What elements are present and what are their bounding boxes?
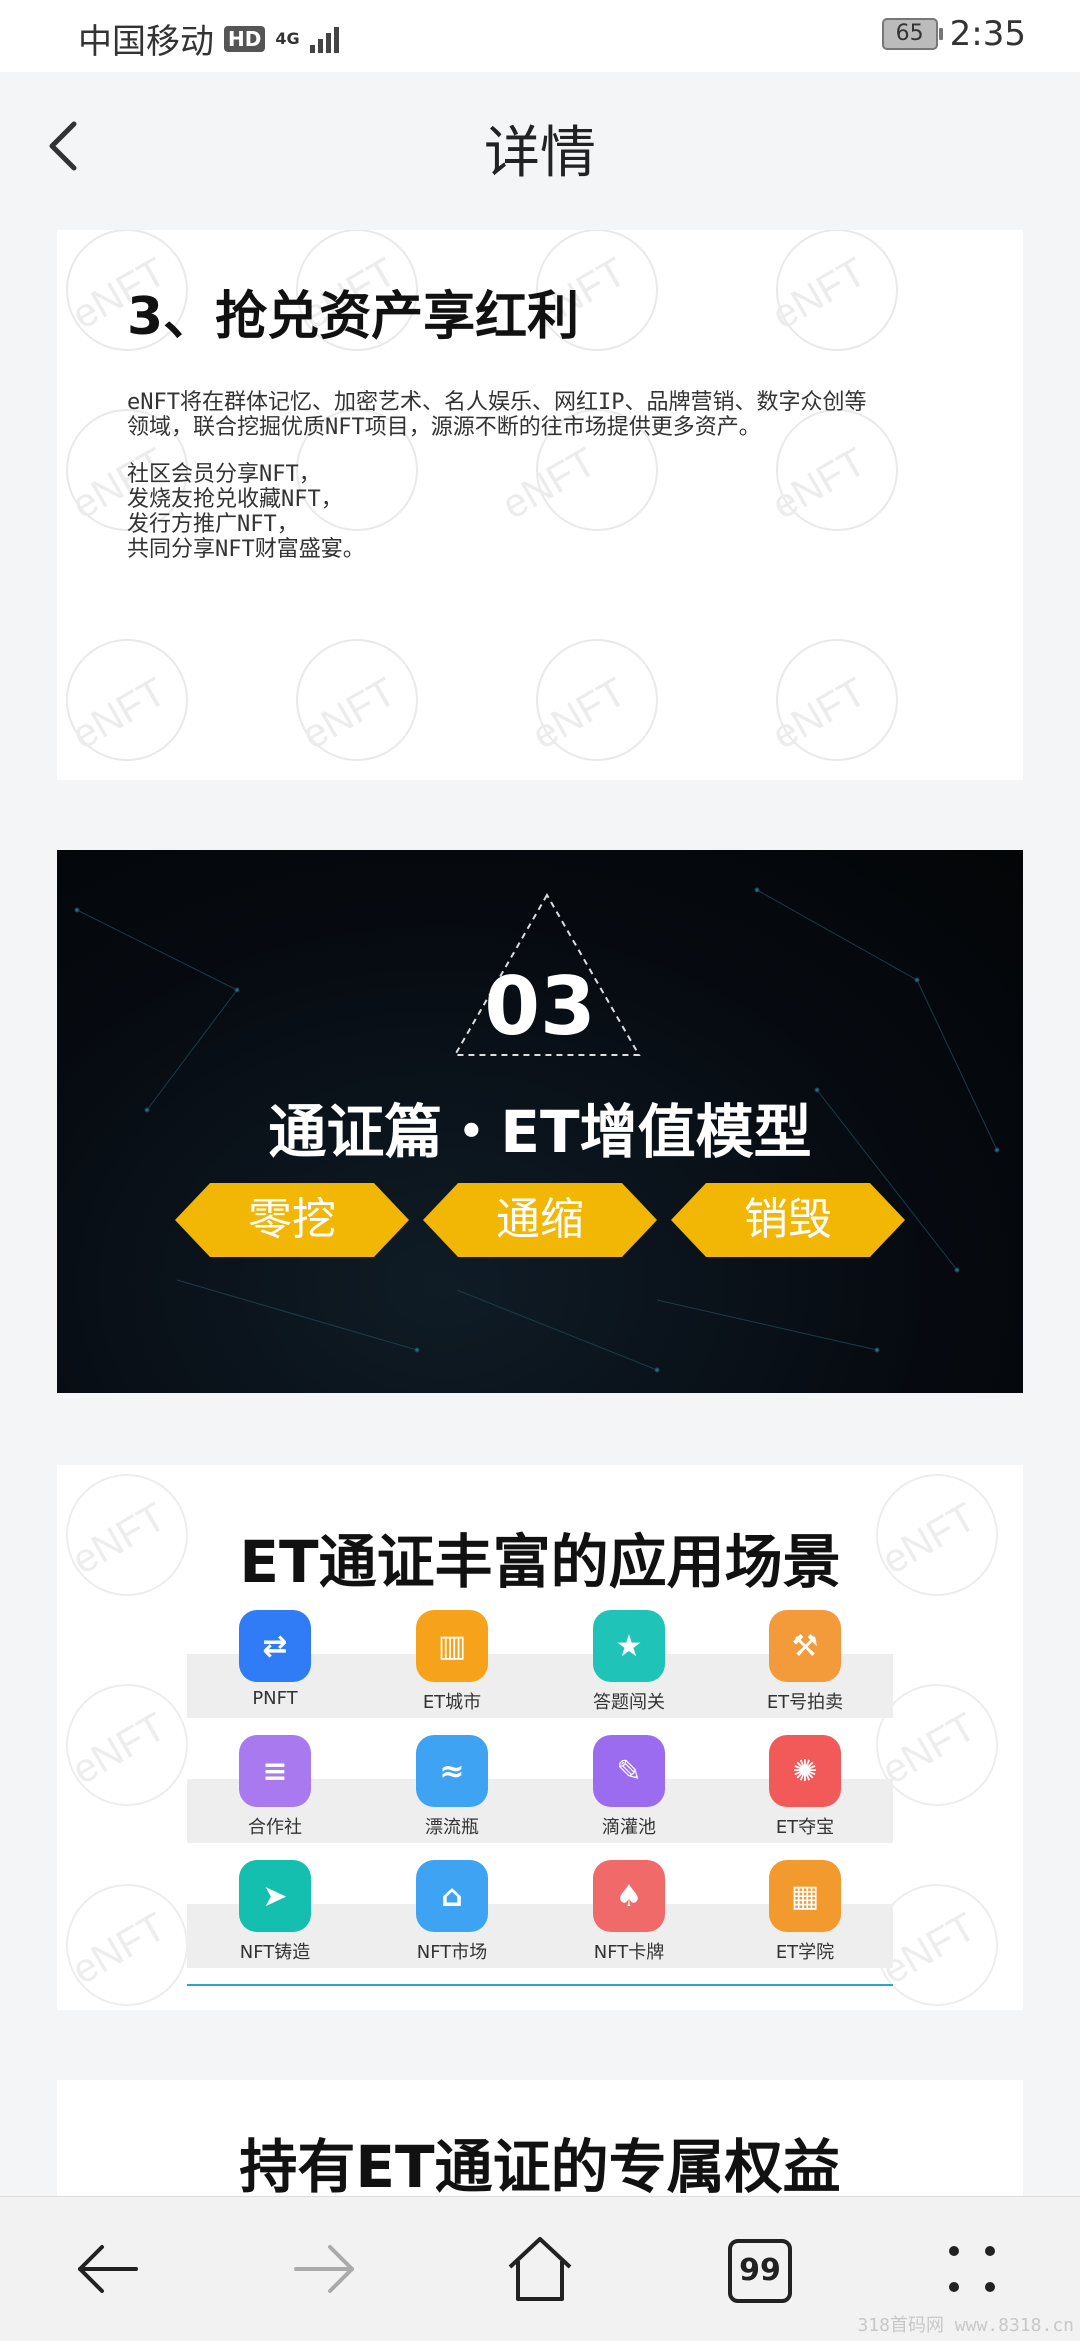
- app-label: PNFT: [252, 1688, 298, 1709]
- gavel-icon: ⚒: [769, 1610, 841, 1682]
- section4-heading: 持有ET通证的专属权益: [239, 2133, 841, 2196]
- hd-badge: HD: [224, 25, 266, 52]
- app-label: ET学院: [775, 1942, 835, 1963]
- medal-icon: ★: [593, 1610, 665, 1682]
- home-icon[interactable]: [504, 2233, 576, 2305]
- app-grid: ⇄ PNFT ▥ ET城市 ★ 答题闯关 ⚒ ET号拍卖 ≡ 合作社 ≈ 漂流瓶…: [187, 1610, 893, 1985]
- banner-number: 03: [484, 960, 596, 1053]
- signal-icon: [309, 25, 339, 53]
- clock: 2:35: [949, 14, 1026, 54]
- section3-text: eNFT将在群体记忆、加密艺术、名人娱乐、网红IP、品牌营销、数字众创等 领域，联…: [127, 390, 957, 584]
- page-title: 详情: [484, 121, 596, 186]
- more-menu-icon[interactable]: [936, 2233, 1008, 2305]
- app-label: NFT市场: [416, 1942, 488, 1963]
- paper-plane-icon: ➤: [239, 1860, 311, 1932]
- app-et-city[interactable]: ▥ ET城市: [364, 1610, 540, 1730]
- academy-icon: ▦: [769, 1860, 841, 1932]
- app-label: ET号拍卖: [766, 1692, 844, 1713]
- back-arrow-icon[interactable]: [72, 2233, 144, 2305]
- app-et-treasure[interactable]: ✺ ET夺宝: [717, 1735, 893, 1855]
- forward-arrow-icon[interactable]: [288, 2233, 360, 2305]
- battery-icon: 65: [881, 18, 943, 50]
- section3-list-line: 发烧友抢兑收藏NFT，: [127, 487, 343, 512]
- app-pnft[interactable]: ⇄ PNFT: [187, 1610, 363, 1730]
- network-label: 4G: [275, 28, 300, 48]
- status-bar: 中国移动 HD 4G 65 2:35: [0, 0, 1080, 72]
- bottle-icon: ≈: [416, 1735, 488, 1807]
- svg-text:eNFT: eNFT: [65, 1905, 174, 1993]
- svg-text:eNFT: eNFT: [765, 250, 874, 338]
- app-nft-cards[interactable]: ♠ NFT卡牌: [541, 1860, 717, 1980]
- site-watermark: 318首码网 www.8318.cn: [857, 2315, 1074, 2336]
- svg-text:eNFT: eNFT: [65, 670, 174, 758]
- app-row: ≡ 合作社 ≈ 漂流瓶 ✎ 滴灌池 ✺ ET夺宝: [187, 1735, 893, 1860]
- cards-icon: ♠: [593, 1860, 665, 1932]
- app-quiz[interactable]: ★ 答题闯关: [541, 1610, 717, 1730]
- app-label: 答题闯关: [593, 1692, 665, 1713]
- grid-underline: [187, 1984, 893, 1986]
- app-et-academy[interactable]: ▦ ET学院: [717, 1860, 893, 1980]
- app-label: ET夺宝: [775, 1817, 835, 1838]
- app-et-auction[interactable]: ⚒ ET号拍卖: [717, 1610, 893, 1730]
- section3-heading: 3、抢兑资产享红利: [127, 287, 580, 347]
- page-header: 详情: [0, 72, 1080, 232]
- hand-icon: ≡: [239, 1735, 311, 1807]
- section3-line: 领域，联合挖掘优质NFT项目，源源不断的往市场提供更多资产。: [127, 415, 761, 440]
- city-icon: ▥: [416, 1610, 488, 1682]
- carrier-label: 中国移动: [78, 22, 214, 62]
- section3-list-line: 社区会员分享NFT，: [127, 462, 321, 487]
- app-nft-market[interactable]: ⌂ NFT市场: [364, 1860, 540, 1980]
- app-label: 滴灌池: [602, 1817, 656, 1838]
- exchange-icon: ⇄: [239, 1610, 311, 1682]
- section4-card: 持有ET通证的专属权益: [57, 2080, 1023, 2196]
- app-label: 漂流瓶: [425, 1817, 479, 1838]
- browser-nav-bar: 99 318首码网 www.8318.cn: [0, 2196, 1080, 2341]
- app-drift-bottle[interactable]: ≈ 漂流瓶: [364, 1735, 540, 1855]
- tabs-count-button[interactable]: 99: [728, 2239, 792, 2303]
- svg-text:eNFT: eNFT: [765, 670, 874, 758]
- app-label: NFT铸造: [239, 1942, 311, 1963]
- app-label: NFT卡牌: [593, 1942, 665, 1963]
- et-model-banner: 03 通证篇・ET增值模型 零挖 通缩 销毁: [57, 850, 1023, 1393]
- shop-icon: ⌂: [416, 1860, 488, 1932]
- app-nft-mint[interactable]: ➤ NFT铸造: [187, 1860, 363, 1980]
- section3-card: eNFT eNFT eNFT eNFT eNFT eNFT eNFT eNFT …: [57, 230, 1023, 780]
- app-drip-pool[interactable]: ✎ 滴灌池: [541, 1735, 717, 1855]
- section3-line: eNFT将在群体记忆、加密艺术、名人娱乐、网红IP、品牌营销、数字众创等: [127, 390, 867, 415]
- app-cooperative[interactable]: ≡ 合作社: [187, 1735, 363, 1855]
- section3-list-line: 发行方推广NFT，: [127, 512, 299, 537]
- app-scenarios-card: eNFT eNFT eNFT eNFT eNFT eNFT ET通证丰富的应用场…: [57, 1465, 1023, 2010]
- svg-text:eNFT: eNFT: [65, 1705, 174, 1793]
- tag-deflation: 通缩: [423, 1183, 657, 1257]
- tag-zero-mining: 零挖: [175, 1183, 409, 1257]
- app-label: ET城市: [422, 1692, 482, 1713]
- app-row: ⇄ PNFT ▥ ET城市 ★ 答题闯关 ⚒ ET号拍卖: [187, 1610, 893, 1735]
- treasure-icon: ✺: [769, 1735, 841, 1807]
- section3-list-line: 共同分享NFT财富盛宴。: [127, 537, 365, 562]
- apps-title: ET通证丰富的应用场景: [239, 1528, 841, 1596]
- tag-burn: 销毁: [671, 1183, 905, 1257]
- banner-title: 通证篇・ET增值模型: [268, 1098, 812, 1166]
- svg-text:eNFT: eNFT: [525, 670, 634, 758]
- svg-text:eNFT: eNFT: [295, 670, 404, 758]
- pen-icon: ✎: [593, 1735, 665, 1807]
- app-row: ➤ NFT铸造 ⌂ NFT市场 ♠ NFT卡牌 ▦ ET学院: [187, 1860, 893, 1985]
- app-label: 合作社: [248, 1817, 302, 1838]
